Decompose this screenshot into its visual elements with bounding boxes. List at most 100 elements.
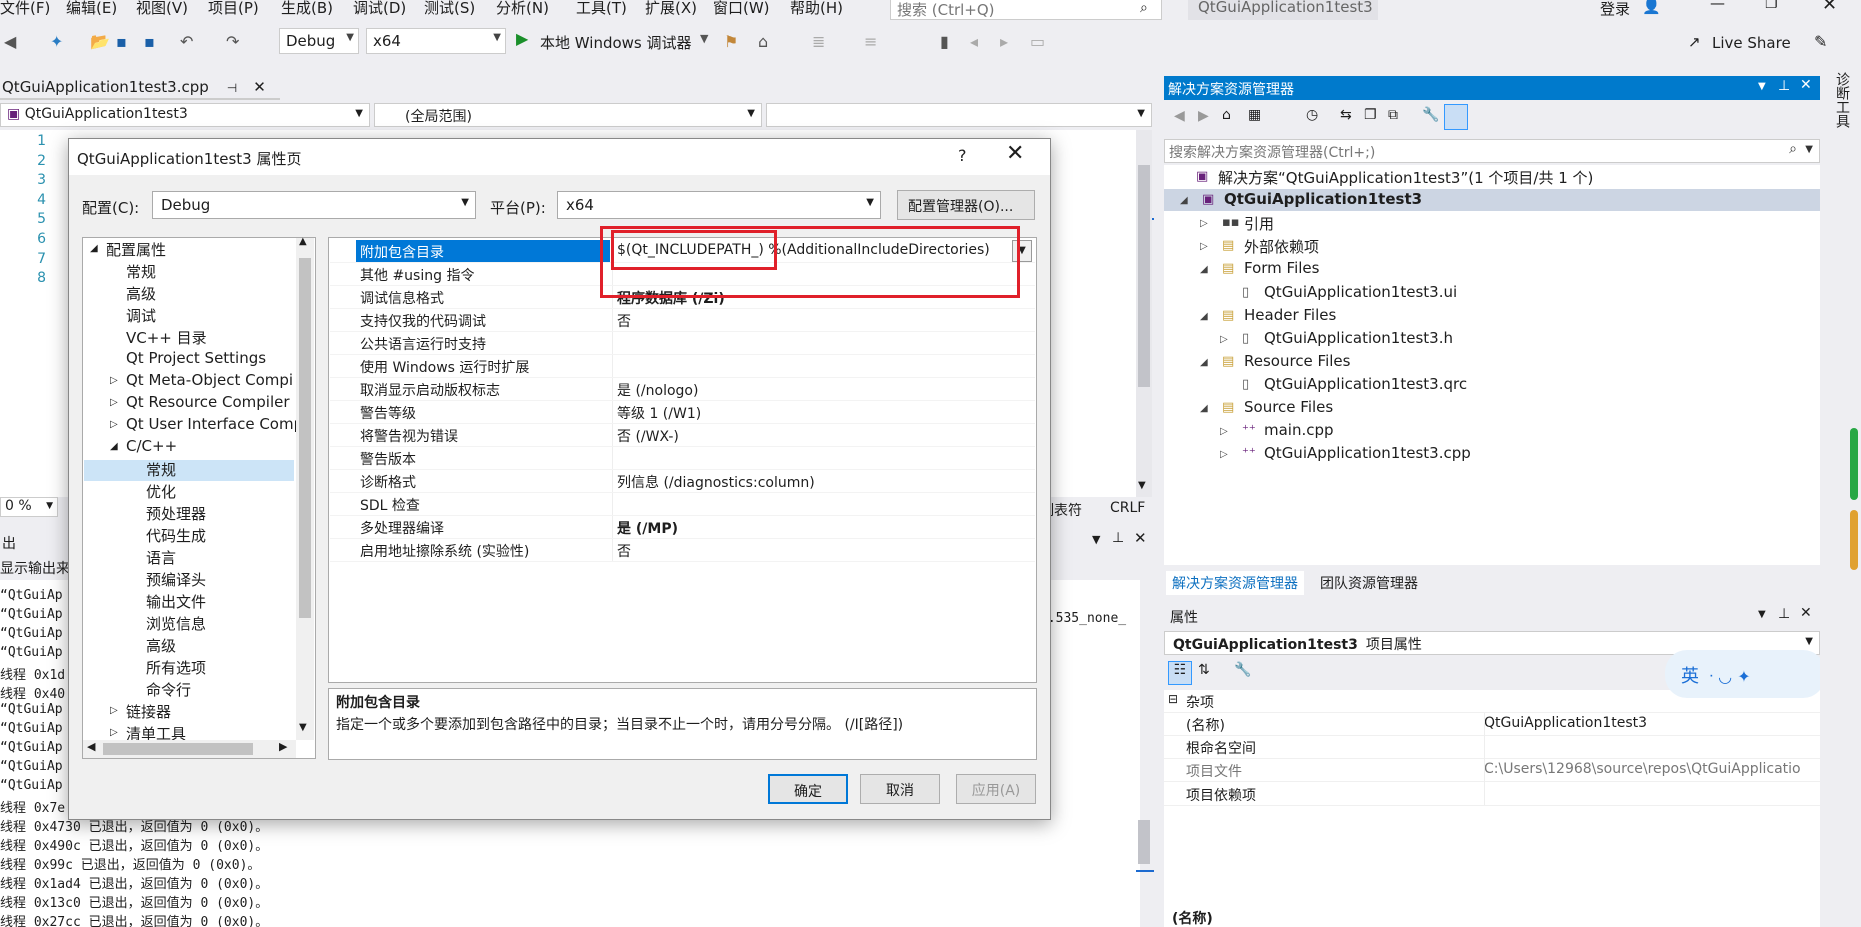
tree-expander-icon[interactable]: ▷ (1220, 426, 1228, 437)
menu-item[interactable]: 工具(T) (576, 0, 627, 18)
tab-team-explorer[interactable]: 团队资源管理器 (1314, 571, 1424, 595)
property-tree-item[interactable]: 语言 (146, 547, 176, 568)
property-grid-row[interactable]: 使用 Windows 运行时扩展 (330, 355, 1035, 378)
run-dropdown-icon[interactable]: ▼ (700, 32, 708, 45)
menu-item[interactable]: 调试(D) (353, 0, 406, 18)
menu-item[interactable]: 视图(V) (136, 0, 188, 18)
dialog-help-button[interactable]: ? (958, 146, 967, 165)
bookmark-next-icon[interactable]: ▸ (1000, 32, 1008, 51)
nav-project-select[interactable]: ▣ QtGuiApplication1test3 ▼ (0, 103, 370, 127)
property-tree-item[interactable]: Qt Project Settings (126, 349, 266, 367)
property-row[interactable]: 项目依赖项 (1164, 783, 1820, 806)
platform-select[interactable]: x64 ▼ (366, 28, 506, 54)
solution-tree-item[interactable]: QtGuiApplication1test3.cpp (1264, 444, 1471, 462)
close-window-button[interactable]: ✕ (1822, 0, 1837, 15)
solution-tree-item[interactable]: QtGuiApplication1test3.h (1264, 329, 1453, 347)
property-tree-item[interactable]: 高级 (146, 635, 176, 656)
preview-icon[interactable] (1444, 104, 1468, 130)
format-icon[interactable]: ≣ (812, 32, 825, 51)
sol-dropdown-icon[interactable]: ▼ (1758, 81, 1766, 92)
cancel-button[interactable]: 取消 (860, 774, 940, 804)
pending-changes-icon[interactable]: ◷ (1306, 107, 1318, 123)
property-tree-item[interactable]: Qt Meta-Object Compi (126, 371, 293, 389)
sol-close-icon[interactable]: ✕ (1800, 77, 1812, 93)
start-debug-icon[interactable]: ▶ (516, 29, 528, 48)
property-tree-item[interactable]: Qt Resource Compiler (126, 393, 290, 411)
property-tree-item[interactable]: 预处理器 (146, 503, 206, 524)
collapse-all-icon[interactable]: ❐ (1364, 107, 1377, 123)
solution-tree-item[interactable]: 解决方案“QtGuiApplication1test3”(1 个项目/共 1 个… (1218, 167, 1593, 188)
solution-tree-item[interactable]: QtGuiApplication1test3.ui (1264, 283, 1457, 301)
property-tree-item[interactable]: 链接器 (126, 701, 171, 722)
prop-close-icon[interactable]: ✕ (1800, 605, 1812, 621)
live-share-icon[interactable]: ↗ (1688, 33, 1701, 51)
grid-property-value[interactable]: 否 (612, 539, 635, 561)
restore-button[interactable]: ❐ (1765, 0, 1778, 12)
grid-property-value[interactable] (612, 355, 621, 377)
save-icon[interactable]: ▪ (116, 32, 127, 51)
solution-tree-item[interactable]: Resource Files (1244, 352, 1350, 370)
property-grid-row[interactable]: 公共语言运行时支持 (330, 332, 1035, 355)
property-tree-item[interactable]: C/C++ (126, 437, 177, 455)
solution-search-input[interactable]: 搜索解决方案资源管理器(Ctrl+;) ⌕ ▼ (1164, 139, 1820, 163)
live-share-button[interactable]: Live Share (1712, 34, 1791, 52)
menu-item[interactable]: 文件(F) (0, 0, 50, 18)
menu-item[interactable]: 测试(S) (424, 0, 475, 18)
ime-widget[interactable]: 英ᐧ ◡ ✦ (1665, 650, 1825, 698)
tree-expander-icon[interactable]: ▷ (1200, 218, 1208, 229)
tree-expander-icon[interactable]: ◢ (1200, 264, 1208, 275)
solution-tree-item[interactable]: main.cpp (1264, 421, 1334, 439)
tree-expander-icon[interactable]: ▷ (110, 375, 118, 386)
output-close-icon[interactable]: ✕ (1134, 529, 1147, 547)
config-select[interactable]: Debug ▼ (279, 28, 359, 54)
tree-expander-icon[interactable]: ▷ (110, 727, 118, 738)
property-grid-row[interactable]: 取消显示启动版权标志 是 (/nologo) (330, 378, 1035, 401)
property-tree-item[interactable]: 输出文件 (146, 591, 206, 612)
open-folder-icon[interactable]: 📂 (90, 32, 110, 51)
property-grid-row[interactable]: SDL 检查 (330, 493, 1035, 516)
properties-wrench-icon[interactable]: 🔧 (1422, 107, 1439, 123)
prop-dropdown-icon[interactable]: ▼ (1758, 609, 1766, 620)
dialog-platform-select[interactable]: x64 ▼ (557, 191, 881, 219)
minimize-button[interactable]: — (1710, 0, 1725, 12)
comment-icon[interactable]: ≡ (864, 32, 877, 51)
grid-property-value[interactable]: 是 (/MP) (612, 516, 682, 538)
property-row[interactable]: (名称) QtGuiApplication1test3 (1164, 713, 1820, 736)
property-tree-item[interactable]: 优化 (146, 481, 176, 502)
property-tree-item[interactable]: 高级 (126, 283, 156, 304)
ime-tools-icon[interactable]: ᐧ ◡ ✦ (1709, 667, 1751, 686)
dialog-config-select[interactable]: Debug ▼ (152, 191, 476, 219)
save-all-icon[interactable]: ▪ (144, 32, 155, 51)
ok-button[interactable]: 确定 (768, 774, 848, 804)
property-grid-row[interactable]: 警告等级 等级 1 (/W1) (330, 401, 1035, 424)
property-grid-row[interactable]: 启用地址擦除系统 (实验性) 否 (330, 539, 1035, 562)
tree-expander-icon[interactable]: ▷ (110, 397, 118, 408)
property-grid-row[interactable]: 警告版本 (330, 447, 1035, 470)
solution-tree-item[interactable]: QtGuiApplication1test3 (1224, 190, 1422, 208)
close-tab-icon[interactable]: ✕ (253, 78, 266, 96)
property-pages-icon[interactable]: 🔧 (1234, 662, 1251, 678)
menu-item[interactable]: 生成(B) (281, 0, 333, 18)
tree-expander-icon[interactable]: ◢ (90, 243, 98, 254)
tree-hscroll-thumb[interactable] (103, 743, 253, 755)
tree-horizontal-scrollbar[interactable]: ◀ ▶ (83, 740, 296, 758)
property-tree-item[interactable]: 配置属性 (106, 239, 166, 260)
search-input[interactable]: 搜索 (Ctrl+Q) (890, 0, 1162, 20)
categorized-icon[interactable]: ☷ (1168, 661, 1192, 685)
menu-item[interactable]: 窗口(W) (713, 0, 770, 18)
property-tree-item[interactable]: 浏览信息 (146, 613, 206, 634)
editor-scroll-thumb[interactable] (1138, 165, 1150, 387)
tree-expander-icon[interactable]: ◢ (1200, 311, 1208, 322)
sol-pin-icon[interactable]: ⊥ (1778, 78, 1790, 94)
property-tree-item[interactable]: 常规 (146, 459, 176, 480)
tree-vertical-scrollbar[interactable]: ▲ ▼ (296, 236, 314, 740)
tree-expander-icon[interactable]: ▷ (110, 419, 118, 430)
solution-tree-item[interactable]: Form Files (1244, 259, 1319, 277)
property-tree-item[interactable]: 常规 (126, 261, 156, 282)
property-grid-row[interactable]: 支持仅我的代码调试 否 (330, 309, 1035, 332)
tree-scroll-thumb[interactable] (299, 258, 311, 618)
solution-tree-item[interactable]: Source Files (1244, 398, 1333, 416)
property-grid-row[interactable]: 诊断格式 列信息 (/diagnostics:column) (330, 470, 1035, 493)
grid-property-value[interactable]: 否 (612, 309, 635, 331)
solution-tree-item[interactable]: 引用 (1244, 213, 1274, 234)
